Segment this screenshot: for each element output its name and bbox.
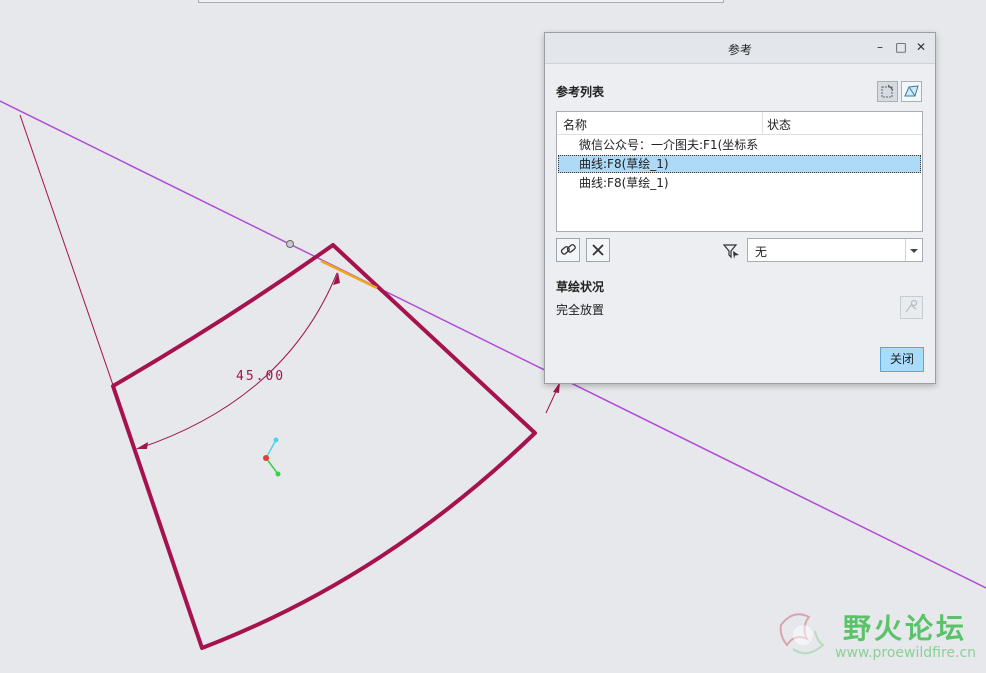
close-button[interactable]: 关闭 xyxy=(880,347,924,372)
dimension-arrow-start xyxy=(136,442,148,449)
sketch-status-value: 完全放置 xyxy=(556,303,605,317)
list-item[interactable]: 曲线:F8(草绘_1) xyxy=(558,155,921,173)
reference-dialog: 参考 – □ ✕ 参考列表 名称 状态 微信公众号：一介图夫:F1(坐标系) 曲… xyxy=(544,32,936,384)
dimension-arc[interactable] xyxy=(136,272,338,450)
select-reference-toggle[interactable] xyxy=(877,81,898,102)
reference-point[interactable] xyxy=(286,240,294,248)
list-item-name: 曲线:F8(草绘_1) xyxy=(579,157,669,171)
csys-x-tip xyxy=(275,471,281,477)
list-item[interactable]: 曲线:F8(草绘_1) xyxy=(558,174,921,192)
chevron-down-icon[interactable] xyxy=(905,239,922,261)
construction-line[interactable] xyxy=(19,114,114,386)
filter-select-value: 无 xyxy=(755,245,768,259)
csys-y-tip xyxy=(273,437,279,443)
replace-reference-button[interactable] xyxy=(556,238,580,262)
close-icon[interactable]: ✕ xyxy=(914,39,928,55)
reference-list-header: 名称 状态 xyxy=(557,112,922,135)
delete-reference-button[interactable] xyxy=(586,238,610,262)
reference-list-label: 参考列表 xyxy=(556,85,605,99)
dimension-value[interactable]: 45.00 xyxy=(236,369,285,384)
pin-icon xyxy=(905,299,918,313)
sketch-sector[interactable] xyxy=(111,243,537,650)
watermark-title: 野火论坛 xyxy=(843,612,968,645)
filter-icon xyxy=(723,244,739,259)
csys-axis-y xyxy=(265,439,277,459)
watermark-url: www.proewildfire.cn xyxy=(835,645,977,661)
csys-origin[interactable] xyxy=(263,455,269,461)
delete-icon xyxy=(592,244,604,256)
watermark: 野火论坛 www.proewildfire.cn xyxy=(773,605,983,667)
surface-icon xyxy=(904,85,919,97)
reference-list[interactable]: 名称 状态 微信公众号：一介图夫:F1(坐标系) 曲线:F8(草绘_1) 曲线:… xyxy=(556,111,923,232)
list-item-name: 曲线:F8(草绘_1) xyxy=(579,176,669,190)
selection-filter-toggle xyxy=(877,81,923,103)
column-name-header[interactable]: 名称 xyxy=(563,116,587,133)
sketch-status-label: 草绘状况 xyxy=(556,280,605,294)
select-reference-icon xyxy=(881,84,894,98)
dialog-titlebar[interactable]: 参考 – □ ✕ xyxy=(545,33,935,64)
highlighted-edge[interactable] xyxy=(320,259,378,290)
solve-button[interactable] xyxy=(900,296,923,319)
minimize-icon[interactable]: – xyxy=(873,39,887,55)
list-item-name: 微信公众号：一介图夫:F1(坐标系) xyxy=(579,138,759,152)
chain-link-icon xyxy=(560,244,576,255)
column-status-header[interactable]: 状态 xyxy=(767,116,791,133)
forum-logo xyxy=(779,613,825,655)
filter-select[interactable]: 无 xyxy=(747,238,923,262)
maximize-icon[interactable]: □ xyxy=(894,39,908,55)
select-surface-toggle[interactable] xyxy=(901,81,922,102)
list-item[interactable]: 微信公众号：一介图夫:F1(坐标系) xyxy=(558,136,921,154)
